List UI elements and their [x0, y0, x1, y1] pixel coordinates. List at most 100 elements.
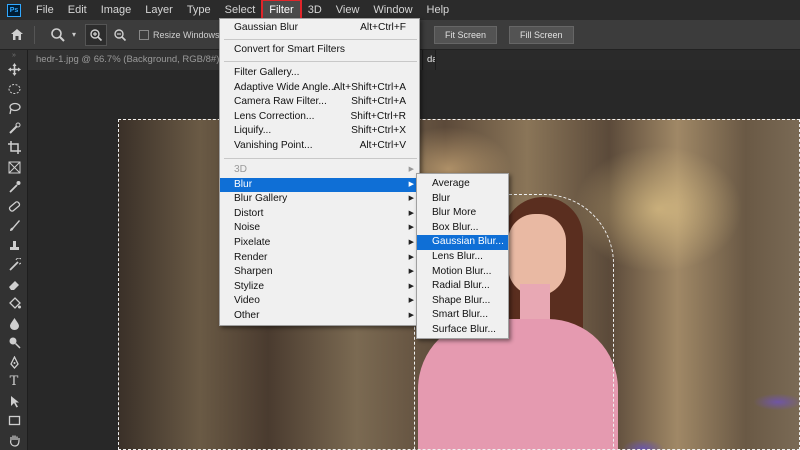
menu-item-label: Distort: [234, 207, 264, 219]
crop-tool-icon[interactable]: [0, 138, 28, 158]
menu-item-label: 3D: [234, 164, 248, 175]
home-icon[interactable]: [6, 24, 28, 46]
menu-item-render[interactable]: Render ▶: [220, 251, 419, 266]
menu-item-label: Render: [234, 251, 268, 263]
menu-edit[interactable]: Edit: [61, 0, 94, 20]
menu-item-convert-smart-filters[interactable]: Convert for Smart Filters: [220, 43, 419, 58]
blur-item-average[interactable]: Average: [417, 177, 508, 192]
menu-item-shortcut: Shift+Ctrl+A: [351, 96, 406, 108]
menu-item-label: Filter Gallery...: [234, 67, 300, 78]
menu-item-label: Lens Correction...: [234, 110, 315, 122]
menu-item-other[interactable]: Other ▶: [220, 309, 419, 324]
clone-stamp-tool-icon[interactable]: [0, 236, 28, 256]
menu-type[interactable]: Type: [180, 0, 218, 20]
menu-item-vanishing-point[interactable]: Vanishing Point... Alt+Ctrl+V: [220, 139, 419, 154]
menu-item-shortcut: Shift+Ctrl+R: [350, 110, 406, 122]
divider: [34, 25, 35, 44]
menu-view[interactable]: View: [329, 0, 367, 20]
menu-layer[interactable]: Layer: [138, 0, 180, 20]
menu-item-label: Convert for Smart Filters: [234, 44, 345, 55]
menu-item-sharpen[interactable]: Sharpen ▶: [220, 265, 419, 280]
menu-item-blur[interactable]: Blur ▶: [220, 177, 419, 193]
blur-item-gaussian-blur[interactable]: Gaussian Blur...: [417, 235, 508, 250]
menu-item-3d: 3D ▶: [220, 163, 419, 178]
blur-item-shape-blur[interactable]: Shape Blur...: [417, 294, 508, 309]
tools-panel: » T: [0, 50, 28, 450]
dodge-tool-icon[interactable]: [0, 333, 28, 353]
menu-file[interactable]: File: [29, 0, 61, 20]
blur-item-lens-blur[interactable]: Lens Blur...: [417, 250, 508, 265]
resize-windows-checkbox[interactable]: [139, 29, 149, 40]
blur-item-blur[interactable]: Blur: [417, 192, 508, 207]
type-tool-icon[interactable]: T: [0, 372, 28, 392]
menu-item-noise[interactable]: Noise ▶: [220, 221, 419, 236]
submenu-arrow-icon: ▶: [408, 312, 414, 319]
chevron-down-icon[interactable]: ▾: [69, 24, 79, 46]
collapse-icon[interactable]: »: [0, 50, 28, 60]
blur-item-surface-blur[interactable]: Surface Blur...: [417, 323, 508, 338]
fill-screen-button[interactable]: Fill Screen: [509, 26, 574, 44]
photoshop-logo: Ps: [7, 3, 21, 17]
path-selection-tool-icon[interactable]: [0, 392, 28, 412]
submenu-arrow-icon: ▶: [408, 297, 414, 305]
menu-item-filter-gallery[interactable]: Filter Gallery...: [220, 66, 419, 81]
blur-item-smart-blur[interactable]: Smart Blur...: [417, 308, 508, 323]
menu-item-label: Other: [234, 310, 260, 321]
menu-item-liquify[interactable]: Liquify... Shift+Ctrl+X: [220, 124, 419, 139]
menu-item-last-filter[interactable]: Gaussian Blur Alt+Ctrl+F: [220, 21, 419, 36]
menu-separator: [224, 39, 417, 40]
zoom-in-icon[interactable]: [85, 23, 107, 46]
menu-item-label: Noise: [234, 222, 261, 234]
menu-item-label: Camera Raw Filter...: [234, 96, 327, 108]
healing-brush-tool-icon[interactable]: [0, 197, 28, 217]
submenu-arrow-icon: ▶: [408, 253, 414, 261]
menu-item-stylize[interactable]: Stylize ▶: [220, 280, 419, 295]
menu-item-label: Sharpen: [234, 266, 273, 278]
zoom-tool-icon[interactable]: [47, 24, 69, 46]
submenu-arrow-icon: ▶: [408, 224, 414, 232]
submenu-arrow-icon: ▶: [408, 282, 414, 290]
pen-tool-icon[interactable]: [0, 353, 28, 373]
blur-item-motion-blur[interactable]: Motion Blur...: [417, 265, 508, 280]
menu-select[interactable]: Select: [218, 0, 263, 20]
blur-tool-icon[interactable]: [0, 314, 28, 334]
menu-item-pixelate[interactable]: Pixelate ▶: [220, 236, 419, 251]
marquee-tool-icon[interactable]: [0, 80, 28, 100]
menu-item-adaptive-wide-angle[interactable]: Adaptive Wide Angle... Alt+Shift+Ctrl+A: [220, 81, 419, 96]
frame-tool-icon[interactable]: [0, 158, 28, 178]
menu-item-camera-raw-filter[interactable]: Camera Raw Filter... Shift+Ctrl+A: [220, 95, 419, 110]
submenu-arrow-icon: ▶: [408, 268, 414, 276]
rectangle-tool-icon[interactable]: [0, 411, 28, 431]
menu-item-blur-gallery[interactable]: Blur Gallery ▶: [220, 192, 419, 207]
paint-bucket-tool-icon[interactable]: [0, 294, 28, 314]
eyedropper-tool-icon[interactable]: [0, 177, 28, 197]
zoom-out-icon[interactable]: [109, 24, 131, 46]
history-brush-tool-icon[interactable]: [0, 255, 28, 275]
menu-item-lens-correction[interactable]: Lens Correction... Shift+Ctrl+R: [220, 110, 419, 125]
eraser-tool-icon[interactable]: [0, 275, 28, 295]
menu-image[interactable]: Image: [94, 0, 139, 20]
blur-item-blur-more[interactable]: Blur More: [417, 206, 508, 221]
hand-tool-icon[interactable]: [0, 431, 28, 450]
menu-item-label: Stylize: [234, 280, 265, 292]
menu-help[interactable]: Help: [420, 0, 457, 20]
filter-menu: Gaussian Blur Alt+Ctrl+F Convert for Sma…: [219, 18, 420, 326]
submenu-arrow-icon: ▶: [408, 239, 414, 246]
menu-item-distort[interactable]: Distort ▶: [220, 207, 419, 222]
menu-item-label: Blur: [234, 178, 253, 190]
brush-tool-icon[interactable]: [0, 216, 28, 236]
menu-item-shortcut: Alt+Ctrl+V: [359, 140, 406, 151]
move-tool-icon[interactable]: [0, 60, 28, 80]
menu-filter[interactable]: Filter: [261, 0, 302, 21]
blur-item-radial-blur[interactable]: Radial Blur...: [417, 279, 508, 294]
lasso-tool-icon[interactable]: [0, 99, 28, 119]
menu-item-video[interactable]: Video ▶: [220, 294, 419, 309]
menu-window[interactable]: Window: [366, 0, 419, 20]
fit-screen-button[interactable]: Fit Screen: [434, 26, 498, 44]
menu-3d[interactable]: 3D: [301, 0, 329, 20]
menu-item-label: Gaussian Blur: [234, 22, 298, 33]
menu-separator: [224, 158, 417, 159]
menu-item-label: Video: [234, 295, 260, 307]
blur-item-box-blur[interactable]: Box Blur...: [417, 221, 508, 236]
quick-selection-tool-icon[interactable]: [0, 119, 28, 139]
